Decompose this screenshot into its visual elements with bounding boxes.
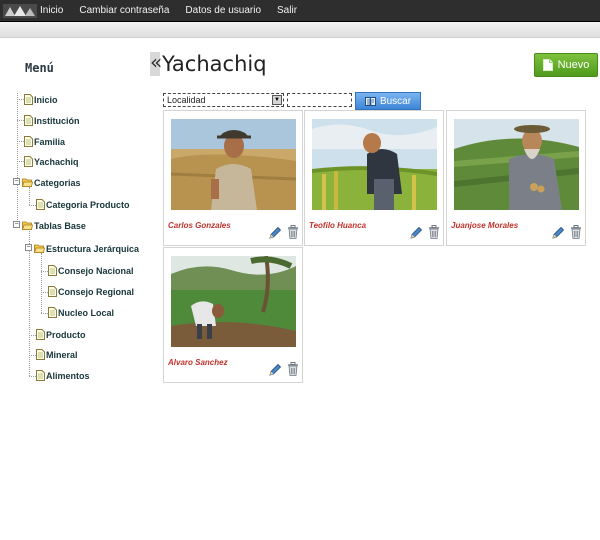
tree-item-alimentos[interactable]: Alimentos xyxy=(36,370,90,381)
edit-icon[interactable] xyxy=(552,226,565,239)
tree-item-label: Tablas Base xyxy=(34,220,86,231)
trash-icon[interactable] xyxy=(428,225,440,239)
document-icon xyxy=(24,115,33,126)
tree-item-label: Categorias xyxy=(34,177,81,188)
tree-line xyxy=(17,93,18,226)
person-name: Teofilo Huanca xyxy=(309,221,367,230)
person-name: Carlos Gonzales xyxy=(168,221,231,230)
person-photo xyxy=(312,119,437,210)
trash-icon[interactable] xyxy=(287,362,299,376)
new-button-label: Nuevo xyxy=(557,59,590,71)
tree-toggle-estructura[interactable]: − xyxy=(25,244,32,251)
edit-icon[interactable] xyxy=(269,363,282,376)
new-button[interactable]: Nuevo xyxy=(534,53,598,77)
tree-item-label: Yachachiq xyxy=(34,156,79,167)
yachachiq-card: Alvaro Sanchez xyxy=(163,247,303,383)
tree-item-label: Consejo Regional xyxy=(58,286,135,297)
nav-datos-usuario[interactable]: Datos de usuario xyxy=(185,5,261,16)
document-icon xyxy=(24,136,33,147)
chevron-down-icon: ▼ xyxy=(272,95,282,105)
person-name: Juanjose Morales xyxy=(451,221,519,230)
tree-line xyxy=(29,187,30,205)
person-name: Alvaro Sanchez xyxy=(168,358,228,367)
tree-line xyxy=(17,120,24,121)
yachachiq-card: Teofilo Huanca xyxy=(304,110,444,246)
folder-open-icon xyxy=(34,244,45,253)
tree-line xyxy=(41,292,48,293)
new-document-icon xyxy=(542,59,553,71)
document-icon xyxy=(48,307,57,318)
tree-line xyxy=(29,355,36,356)
tree-item-consejo-nacional[interactable]: Consejo Nacional xyxy=(48,265,134,276)
document-icon xyxy=(36,199,45,210)
tree-item-categorias[interactable]: Categorias xyxy=(22,177,81,188)
nav-salir[interactable]: Salir xyxy=(277,5,297,16)
document-icon xyxy=(24,94,33,105)
tree-line xyxy=(41,271,48,272)
document-icon xyxy=(36,329,45,340)
page-title: Yachachiq xyxy=(162,52,267,76)
person-photo xyxy=(171,256,296,347)
folder-open-icon xyxy=(22,221,33,230)
tree-item-tablas-base[interactable]: Tablas Base xyxy=(22,220,86,231)
tree-toggle-categorias[interactable]: − xyxy=(13,178,20,185)
person-photo xyxy=(171,119,296,210)
yachachiq-card: Juanjose Morales xyxy=(446,110,586,246)
tree-item-nucleo-local[interactable]: Nucleo Local xyxy=(48,307,114,318)
tree-line xyxy=(29,229,30,376)
locality-select[interactable]: Localidad ▼ xyxy=(163,93,284,107)
sidebar-menu: Menú − − − Inicio Institución Familia Ya… xyxy=(0,0,150,540)
tree-item-label: Mineral xyxy=(46,349,78,360)
trash-icon[interactable] xyxy=(570,225,582,239)
tree-line xyxy=(17,141,24,142)
edit-icon[interactable] xyxy=(410,226,423,239)
collapse-sidebar-button[interactable]: « xyxy=(150,52,162,76)
tree-item-consejo-regional[interactable]: Consejo Regional xyxy=(48,286,134,297)
document-icon xyxy=(36,370,45,381)
locality-select-value: Localidad xyxy=(167,95,206,105)
tree-line xyxy=(29,376,36,377)
edit-icon[interactable] xyxy=(269,226,282,239)
tree-item-label: Producto xyxy=(46,329,86,340)
tree-item-label: Institución xyxy=(34,115,80,126)
menu-title: Menú xyxy=(25,61,54,75)
document-icon xyxy=(36,349,45,360)
tree-item-categoria-producto[interactable]: Categoria Producto xyxy=(36,199,130,210)
folder-open-icon xyxy=(22,178,33,187)
yachachiq-card: Carlos Gonzales xyxy=(163,110,303,246)
person-photo xyxy=(454,119,579,210)
tree-item-label: Familia xyxy=(34,136,66,147)
search-input[interactable] xyxy=(287,93,352,107)
tree-item-label: Consejo Nacional xyxy=(58,265,134,276)
tree-toggle-tablas-base[interactable]: − xyxy=(13,221,20,228)
tree-item-mineral[interactable]: Mineral xyxy=(36,349,78,360)
search-list-icon xyxy=(364,96,376,106)
tree-line xyxy=(29,205,36,206)
tree-line xyxy=(41,253,42,313)
tree-item-estructura-jerarquica[interactable]: Estructura Jerárquica xyxy=(34,243,139,254)
tree-item-label: Estructura Jerárquica xyxy=(46,243,140,254)
tree-item-institucion[interactable]: Institución xyxy=(24,115,80,126)
tree-item-inicio[interactable]: Inicio xyxy=(24,94,58,105)
tree-line xyxy=(29,335,36,336)
tree-line xyxy=(41,313,48,314)
document-icon xyxy=(48,265,57,276)
tree-item-label: Alimentos xyxy=(46,370,90,381)
search-button-label: Buscar xyxy=(379,95,412,107)
tree-item-producto[interactable]: Producto xyxy=(36,329,86,340)
search-button[interactable]: Buscar xyxy=(355,92,421,110)
tree-item-label: Inicio xyxy=(34,94,58,105)
tree-line xyxy=(17,161,24,162)
document-icon xyxy=(24,156,33,167)
tree-item-label: Nucleo Local xyxy=(58,307,115,318)
tree-item-familia[interactable]: Familia xyxy=(24,136,65,147)
trash-icon[interactable] xyxy=(287,225,299,239)
tree-line xyxy=(17,99,24,100)
tree-item-label: Categoria Producto xyxy=(46,199,130,210)
document-icon xyxy=(48,286,57,297)
tree-item-yachachiq[interactable]: Yachachiq xyxy=(24,156,79,167)
